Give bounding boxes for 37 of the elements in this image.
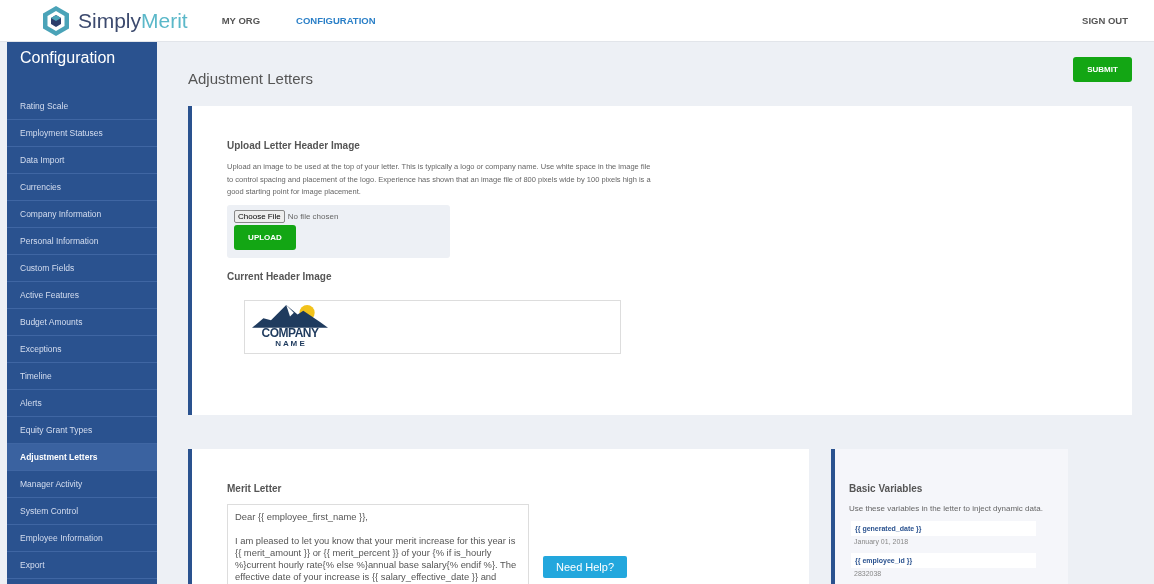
section-heading: Current Header Image xyxy=(227,270,333,282)
sidebar-item[interactable]: Company Information xyxy=(7,201,157,228)
sidebar-item[interactable]: Employee Information xyxy=(7,525,157,552)
sidebar-item[interactable]: Data Import xyxy=(7,147,157,174)
nav-tab[interactable]: CONFIGURATION xyxy=(296,15,376,26)
logo-company-text: COMPANY xyxy=(261,327,319,339)
file-status: No file chosen xyxy=(287,211,339,221)
section-heading: Upload Letter Header Image xyxy=(227,140,361,151)
sign-out-link[interactable]: SIGN OUT xyxy=(1082,15,1128,26)
submit-button[interactable]: SUBMIT xyxy=(1073,56,1132,82)
sidebar-item[interactable]: Employment Statuses xyxy=(7,120,157,147)
sidebar-item[interactable]: System Control xyxy=(7,498,157,525)
sidebar-item[interactable]: Alerts xyxy=(7,390,157,417)
sidebar-item[interactable]: Budget Amounts xyxy=(7,309,157,336)
section-heading: Basic Variables xyxy=(849,483,924,494)
choose-file-button[interactable]: Choose File xyxy=(234,209,285,223)
sidebar-item[interactable]: Currencies xyxy=(7,174,157,201)
sidebar-item[interactable]: Exceptions xyxy=(7,336,157,363)
brand-name: SimplyMerit xyxy=(78,8,188,33)
section-heading: Merit Letter xyxy=(227,483,283,494)
mountain-icon xyxy=(252,302,328,328)
page-title: Adjustment Letters xyxy=(188,69,314,87)
sidebar-item[interactable]: Rating Scale xyxy=(7,93,157,120)
letter-text-area[interactable]: Dear {{ employee_first_name }}, I am pleased to let you know that your merit increase for this year is {{ merit_amount }} or {{ merit_percent }} of your {% if is_hourly %}current hourly rate{% else %}annual base salary{% endif %}. The effective date of your increase is {{ salary_effective_date }} and xyxy=(227,504,529,584)
variables-description: Use these variables in the letter to inject dynamic data. xyxy=(849,504,1044,513)
nav-tab[interactable]: MY ORG xyxy=(221,15,261,26)
upload-button[interactable]: UPLOAD xyxy=(234,224,296,250)
sidebar-item[interactable]: Custom Fields xyxy=(7,255,157,282)
sidebar-item[interactable]: Active Features xyxy=(7,282,157,309)
sidebar-item[interactable]: Manager Activity xyxy=(7,471,157,498)
sidebar-item[interactable]: Export xyxy=(7,552,157,579)
sidebar-item[interactable]: Timeline xyxy=(7,363,157,390)
sidebar-item[interactable]: Personal Information xyxy=(7,228,157,255)
logo-name-text: N A M E xyxy=(275,338,305,348)
cube-logo-icon xyxy=(40,4,72,37)
sidebar-title: Configuration xyxy=(19,48,117,68)
sidebar-item[interactable]: Adjustment Letters xyxy=(7,444,157,471)
